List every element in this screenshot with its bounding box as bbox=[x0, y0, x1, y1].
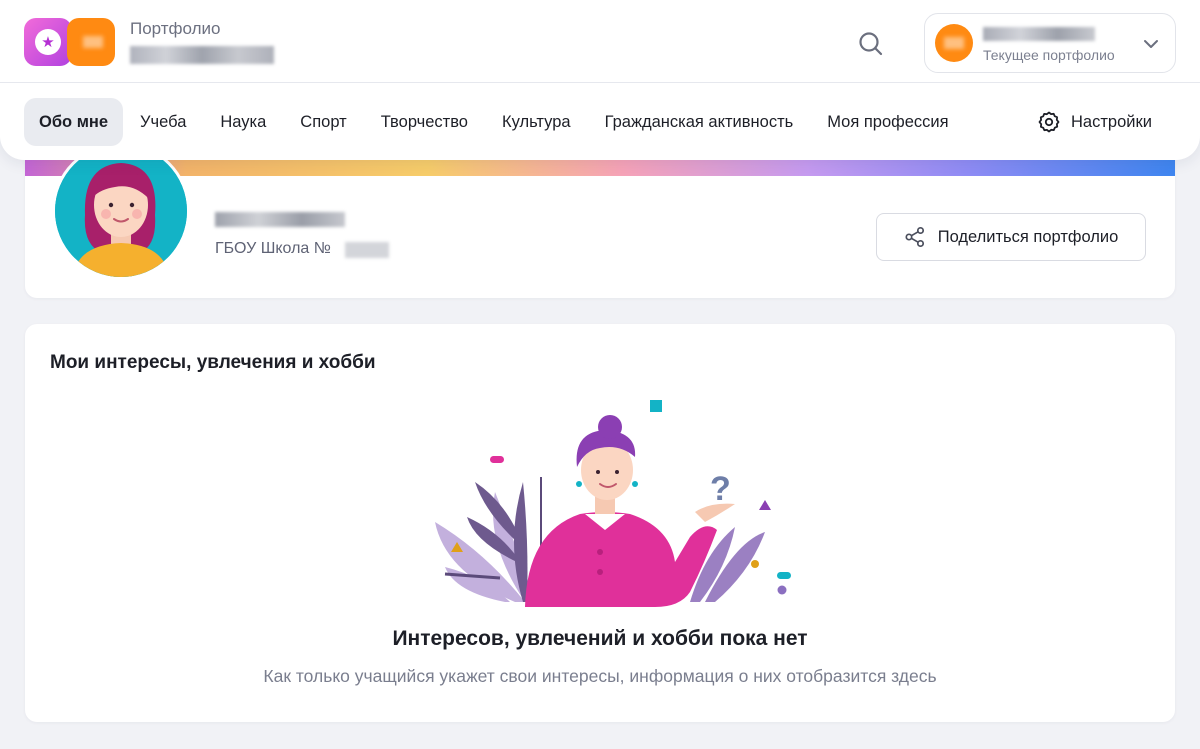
profile-switcher[interactable]: Текущее портфолио bbox=[924, 13, 1176, 73]
header-top-bar: ★ Портфолио Текущее портфолио bbox=[0, 0, 1200, 83]
interests-card: Мои интересы, увлечения и хобби ? Интере… bbox=[25, 324, 1175, 722]
school-number-redacted bbox=[345, 242, 389, 258]
main-nav: Обо мне Учеба Наука Спорт Творчество Кул… bbox=[24, 98, 966, 146]
student-fullname-redacted bbox=[215, 212, 345, 227]
interests-title: Мои интересы, увлечения и хобби bbox=[50, 352, 376, 373]
search-icon bbox=[859, 32, 883, 56]
tab-about-me[interactable]: Обо мне bbox=[24, 98, 124, 146]
tab-culture[interactable]: Культура bbox=[485, 98, 588, 146]
current-profile-label: Текущее портфолио bbox=[983, 47, 1115, 63]
profile-name-redacted bbox=[983, 27, 1095, 41]
student-name-redacted bbox=[130, 46, 274, 64]
share-portfolio-button[interactable]: Поделиться портфолио bbox=[876, 213, 1146, 261]
profile-avatar bbox=[935, 24, 973, 62]
empty-state-title: Интересов, увлечений и хобби пока нет bbox=[392, 627, 808, 650]
empty-state-illustration: ? bbox=[435, 400, 791, 607]
settings-label: Настройки bbox=[1071, 112, 1152, 131]
tab-creativity[interactable]: Творчество bbox=[364, 98, 485, 146]
avatar bbox=[52, 142, 190, 280]
header: ★ Портфолио Текущее портфолио Обо мне Уч… bbox=[0, 0, 1200, 160]
search-button[interactable] bbox=[855, 28, 887, 60]
share-icon bbox=[905, 226, 924, 248]
chevron-down-icon bbox=[1144, 40, 1158, 48]
settings-button[interactable]: Настройки bbox=[1037, 98, 1152, 146]
svg-text:?: ? bbox=[710, 470, 731, 508]
brand-title: Портфолио bbox=[130, 19, 221, 38]
tab-my-profession[interactable]: Моя профессия bbox=[810, 98, 965, 146]
tab-sport[interactable]: Спорт bbox=[283, 98, 363, 146]
tab-civic-activity[interactable]: Гражданская активность bbox=[588, 98, 811, 146]
share-label: Поделиться портфолио bbox=[937, 227, 1119, 246]
empty-state-description: Как только учащийся укажет свои интересы… bbox=[263, 666, 937, 686]
gear-icon bbox=[1038, 111, 1060, 133]
star-logo-icon: ★ bbox=[35, 29, 61, 55]
app-logo[interactable]: ★ bbox=[24, 18, 72, 66]
tab-science[interactable]: Наука bbox=[203, 98, 283, 146]
tab-study[interactable]: Учеба bbox=[123, 98, 203, 146]
school-name: ГБОУ Школа № bbox=[215, 240, 331, 257]
user-logo bbox=[67, 18, 115, 66]
